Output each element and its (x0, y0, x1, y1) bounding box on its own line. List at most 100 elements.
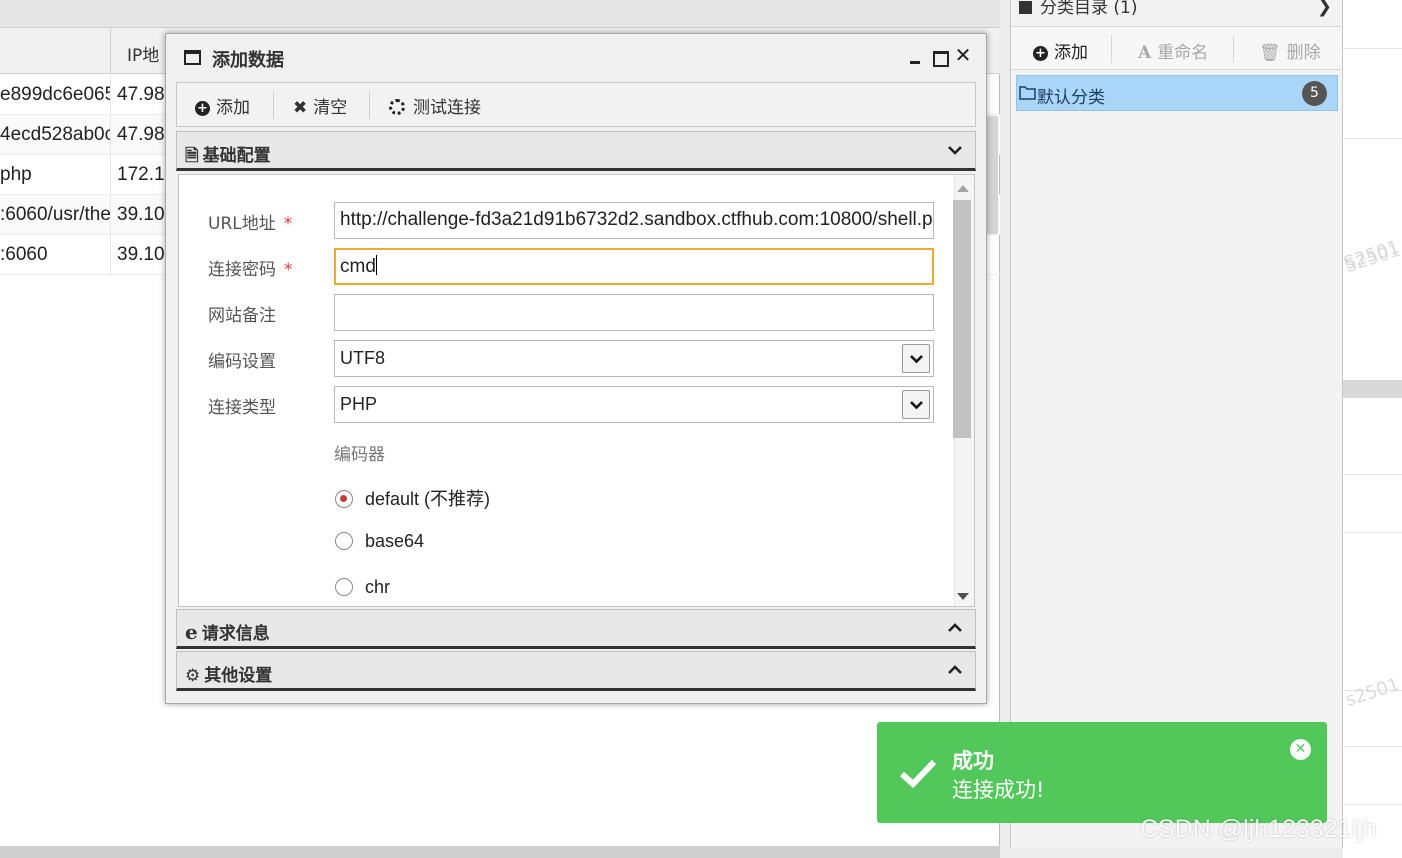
chevron-up-icon[interactable] (945, 618, 965, 638)
section-basic-config-title: 🗎︎ 基础配置 (185, 141, 271, 172)
text-caret (375, 255, 377, 275)
scroll-down-icon[interactable] (957, 593, 969, 600)
grid-bottom-strip (0, 846, 1000, 858)
url-cell: php (0, 164, 32, 185)
category-panel-title: 分类目录 (1) (1019, 0, 1137, 18)
csdn-watermark: CSDN @ljh123321ljh (1140, 815, 1377, 843)
x-icon: ✖ (293, 98, 308, 118)
chevron-down-icon[interactable] (902, 390, 930, 419)
basic-config-form: URL地址 * http://challenge-fd3a21d91b6732d2… (178, 174, 975, 607)
test-connection-button[interactable]: 测试连接 (389, 93, 481, 118)
divider (1343, 804, 1402, 805)
maximize-icon[interactable] (930, 46, 949, 67)
section-request-info-title: e 请求信息 (185, 619, 270, 644)
encoder-option-base64[interactable]: base64 (335, 531, 424, 552)
right-edge-area (1343, 0, 1402, 858)
url-cell: :6060/usr/the (0, 204, 110, 225)
toolbar-separator (369, 91, 370, 119)
form-scrollbar[interactable] (953, 175, 974, 606)
plus-circle-icon: + (1033, 46, 1048, 61)
dialog-toolbar: + 添加 ✖ 清空 测试连接 (176, 82, 976, 127)
section-basic-config[interactable]: 🗎︎ 基础配置 (176, 131, 976, 171)
encoding-select[interactable]: UTF8 (334, 340, 934, 377)
radio-icon[interactable] (335, 532, 353, 550)
folder-square-icon (1019, 1, 1032, 14)
success-toast: 成功 连接成功! ✕ (877, 722, 1327, 823)
category-delete-button[interactable]: 🗑︎ 删除 (1259, 38, 1321, 63)
add-button[interactable]: + 添加 (195, 93, 250, 118)
divider (1343, 532, 1402, 533)
minimize-icon[interactable] (906, 46, 924, 64)
encoder-option-chr[interactable]: chr (335, 577, 390, 598)
note-label: 网站备注 (208, 306, 276, 326)
column-separator (110, 235, 111, 275)
ip-column-header[interactable]: IP地 (127, 41, 159, 66)
category-count-badge: 5 (1302, 81, 1327, 106)
divider (1343, 138, 1402, 139)
url-label: URL地址 * (208, 209, 292, 234)
chevron-down-icon[interactable] (945, 140, 965, 160)
folder-icon (1019, 85, 1036, 105)
e-icon: e (185, 620, 198, 644)
chevron-down-icon[interactable] (902, 344, 930, 373)
column-separator (110, 155, 111, 195)
encoding-label: 编码设置 (208, 352, 276, 372)
grid-scrollbar[interactable] (986, 116, 998, 234)
radio-icon[interactable] (335, 578, 353, 596)
scroll-up-icon[interactable] (957, 185, 969, 192)
category-add-button[interactable]: + 添加 (1033, 38, 1088, 63)
toolbar-separator (1111, 35, 1112, 63)
url-cell: 4ecd528ab0c7 (0, 124, 110, 145)
dialog-titlebar[interactable]: 添加数据 ✕ (166, 34, 986, 80)
connection-type-value: PHP (340, 394, 378, 414)
password-label-text: 连接密码 (208, 260, 276, 280)
toolbar-separator (273, 91, 274, 119)
toast-title: 成功 (952, 749, 994, 773)
grid-top-strip (0, 0, 1000, 28)
section-basic-config-label: 基础配置 (202, 146, 271, 166)
section-other-settings-title: ⚙︎ 其他设置 (185, 661, 272, 686)
category-panel: 分类目录 (1) ❯ + 添加 A 重命名 🗑︎ 删除 默认分类 5 S2501 (1010, 0, 1402, 848)
category-item-default[interactable]: 默认分类 5 (1016, 75, 1338, 111)
connection-type-select[interactable]: PHP (334, 386, 934, 423)
dialog-title: 添加数据 (212, 50, 284, 71)
encoder-option-label: default (不推荐) (365, 489, 491, 509)
connection-type-label: 连接类型 (208, 398, 276, 418)
column-separator (110, 115, 111, 155)
section-other-settings[interactable]: ⚙︎ 其他设置 (176, 651, 976, 691)
font-a-icon: A (1138, 43, 1152, 63)
note-field[interactable] (334, 294, 934, 331)
category-rename-button[interactable]: A 重命名 (1138, 38, 1208, 63)
section-request-info-label: 请求信息 (201, 624, 270, 644)
divider (1343, 746, 1402, 747)
required-mark: * (284, 260, 293, 280)
category-add-label: 添加 (1054, 43, 1088, 63)
category-toolbar: + 添加 A 重命名 🗑︎ 删除 (1011, 26, 1342, 70)
section-request-info[interactable]: e 请求信息 (176, 609, 976, 649)
chevron-up-icon[interactable] (945, 660, 965, 680)
category-item-label: 默认分类 (1037, 88, 1105, 108)
password-field[interactable]: cmd (334, 248, 934, 285)
test-connection-label: 测试连接 (413, 98, 481, 118)
divider (1343, 48, 1402, 49)
toast-close-icon[interactable]: ✕ (1290, 739, 1311, 760)
radio-selected-icon[interactable] (335, 490, 353, 508)
spinner-icon (389, 99, 405, 115)
close-icon[interactable]: ✕ (954, 45, 972, 65)
url-label-text: URL地址 (208, 214, 276, 234)
chevron-right-icon[interactable]: ❯ (1317, 0, 1332, 17)
encoding-select-value: UTF8 (340, 348, 385, 368)
password-value: cmd (340, 256, 376, 277)
category-delete-label: 删除 (1286, 43, 1321, 63)
plus-circle-icon: + (195, 101, 210, 116)
encoder-option-default[interactable]: default (不推荐) (335, 485, 490, 511)
url-cell: e899dc6e065 (0, 84, 110, 105)
password-label: 连接密码 * (208, 255, 293, 280)
clear-button[interactable]: ✖ 清空 (293, 93, 347, 118)
clear-button-label: 清空 (313, 98, 348, 118)
url-field[interactable]: http://challenge-fd3a21d91b6732d2.sandbo… (334, 202, 934, 239)
divider-band (1343, 380, 1402, 398)
scrollbar-thumb[interactable] (953, 200, 971, 438)
gears-icon: ⚙︎ (185, 666, 201, 686)
toolbar-separator (1233, 35, 1234, 63)
